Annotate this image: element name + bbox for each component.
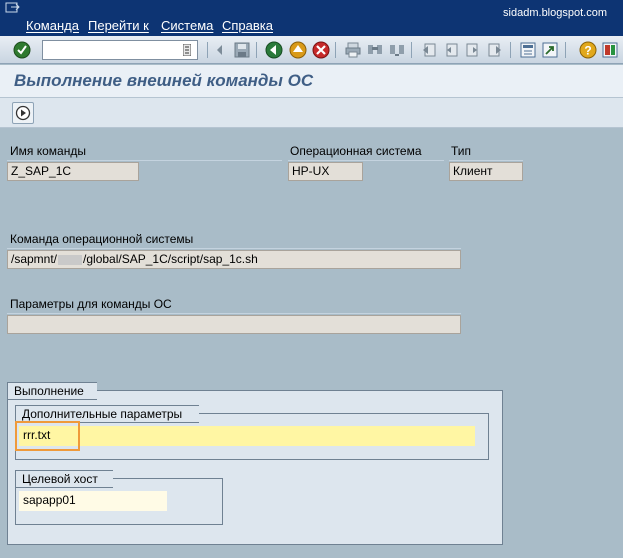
execution-group-title: Выполнение [7,382,97,400]
toolbar-separator [510,42,511,58]
label-underline [449,160,523,161]
menu-command[interactable]: Команда [26,18,79,33]
os-value: HP-UX [292,164,330,178]
save-icon[interactable] [232,40,252,60]
command-name-field[interactable]: Z_SAP_1C [7,162,139,181]
page-title: Выполнение внешней команды ОС [14,71,314,90]
toolbar-separator [411,42,412,58]
nav-back-small-icon[interactable] [210,40,230,60]
prev-page-icon[interactable] [441,40,461,60]
label-underline [7,313,461,314]
new-session-icon[interactable] [518,40,538,60]
toolbar-separator [207,42,208,58]
command-history-icon[interactable] [183,44,191,56]
os-field[interactable]: HP-UX [288,162,363,181]
redacted-segment [58,254,83,265]
toolbar-separator [565,42,566,58]
system-menu-icon[interactable] [5,2,21,16]
os-label: Операционная система [290,144,422,158]
os-command-prefix: /sapmnt/ [11,252,58,266]
type-value: Клиент [453,164,493,178]
command-field[interactable] [42,40,198,60]
svg-text:?: ? [584,44,591,58]
extra-params-group-title-text: Дополнительные параметры [22,407,183,421]
command-name-value: Z_SAP_1C [11,164,72,178]
enter-icon[interactable] [12,40,32,60]
target-host-input[interactable]: sapapp01 [19,491,167,511]
print-icon[interactable] [343,40,363,60]
os-command-field[interactable]: /sapmnt/ /global/SAP_1C/script/sap_1c.sh [7,250,461,269]
application-toolbar [0,98,623,128]
help-icon[interactable]: ? [578,40,598,60]
target-host-group-title: Целевой хост [15,470,113,488]
type-field[interactable]: Клиент [449,162,523,181]
back-icon[interactable] [264,40,284,60]
execution-group-title-text: Выполнение [14,384,84,398]
first-page-icon[interactable] [419,40,439,60]
menu-help[interactable]: Справка [222,18,273,33]
label-underline [288,160,444,161]
params-field[interactable] [7,315,461,334]
command-name-label: Имя команды [10,144,86,158]
find-next-icon[interactable] [387,40,407,60]
target-host-group-title-text: Целевой хост [22,472,98,486]
os-command-label: Команда операционной системы [10,232,194,246]
highlight-annotation [15,421,80,451]
execute-button[interactable] [12,102,34,124]
title-bar: Выполнение внешней команды ОС [0,65,623,98]
label-underline [7,160,282,161]
params-label: Параметры для команды ОС [10,297,172,311]
execute-icon [15,105,31,121]
exit-icon[interactable] [288,40,308,60]
last-page-icon[interactable] [485,40,505,60]
watermark-text: sidadm.blogspot.com [503,7,607,19]
menu-system[interactable]: Система [161,18,213,33]
toolbar-separator [256,42,257,58]
type-label: Тип [451,144,472,158]
menu-goto[interactable]: Перейти к [88,18,149,33]
find-icon[interactable] [365,40,385,60]
target-host-value: sapapp01 [23,493,76,507]
layout-icon[interactable] [600,40,620,60]
label-underline [7,248,461,249]
shortcut-icon[interactable] [540,40,560,60]
cancel-icon[interactable] [311,40,331,60]
menu-bar: Команда Перейти к Система Справка sidadm… [0,0,623,36]
next-page-icon[interactable] [463,40,483,60]
standard-toolbar: ? [0,36,623,64]
extra-params-input[interactable]: rrr.txt [19,426,475,446]
toolbar-separator [335,42,336,58]
os-command-suffix: /global/SAP_1C/script/sap_1c.sh [83,252,258,266]
